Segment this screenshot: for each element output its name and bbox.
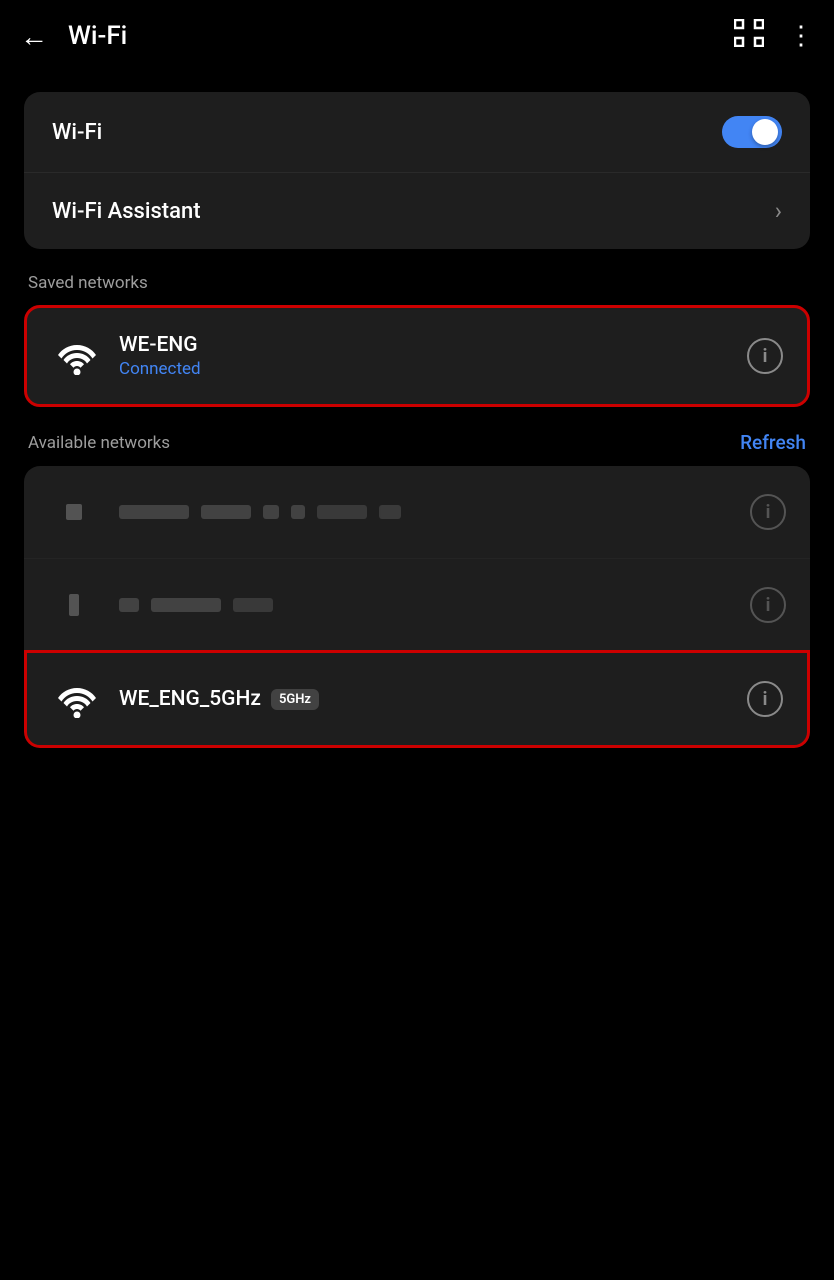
more-options-icon[interactable]: ⋮ [788, 21, 814, 51]
blurred-network-1-info [116, 505, 750, 519]
toggle-knob [752, 119, 778, 145]
we-eng-info-button[interactable]: i [747, 338, 783, 374]
blurred-network-1-info-button[interactable]: i [750, 494, 786, 530]
back-button[interactable]: ← [20, 20, 48, 53]
we-eng-5ghz-row[interactable]: WE_ENG_5GHz 5GHz i [24, 650, 810, 748]
5ghz-badge: 5GHz [271, 689, 319, 710]
main-content: Wi-Fi Wi-Fi Assistant › Saved networks [0, 72, 834, 768]
we-eng-status: Connected [119, 359, 747, 379]
wifi-secured-icon [51, 330, 103, 382]
wifi-assistant-label: Wi-Fi Assistant [52, 199, 201, 224]
saved-networks-section-header: Saved networks [24, 273, 810, 293]
page-title: Wi-Fi [68, 21, 734, 51]
we-eng-5ghz-name-row: WE_ENG_5GHz 5GHz [119, 687, 747, 711]
refresh-button[interactable]: Refresh [740, 431, 806, 454]
saved-network-we-eng-card[interactable]: WE-ENG Connected i [24, 305, 810, 407]
blurred-network-2-info-button[interactable]: i [750, 587, 786, 623]
wifi-assistant-row[interactable]: Wi-Fi Assistant › [24, 172, 810, 249]
scan-icon[interactable] [734, 19, 764, 54]
wifi-toggle-card: Wi-Fi Wi-Fi Assistant › [24, 92, 810, 249]
saved-networks-label: Saved networks [28, 273, 148, 293]
we-eng-name: WE-ENG [119, 333, 747, 357]
we-eng-5ghz-info-button[interactable]: i [747, 681, 783, 717]
wifi-toggle-row[interactable]: Wi-Fi [24, 92, 810, 172]
we-eng-5ghz-info: WE_ENG_5GHz 5GHz [119, 687, 747, 711]
available-networks-section-header: Available networks Refresh [24, 431, 810, 454]
we-eng-info: WE-ENG Connected [119, 333, 747, 379]
blurred-network-row-1[interactable]: i [24, 466, 810, 558]
wifi-label: Wi-Fi [52, 120, 102, 145]
blurred-wifi-icon-2 [48, 579, 100, 631]
header-icons: ⋮ [734, 19, 814, 54]
available-networks-card: i i [24, 466, 810, 748]
blurred-network-row-2[interactable]: i [24, 558, 810, 651]
saved-network-we-eng-row[interactable]: WE-ENG Connected i [27, 308, 807, 404]
we-eng-5ghz-name: WE_ENG_5GHz [119, 687, 261, 711]
available-networks-label: Available networks [28, 433, 170, 453]
we-eng-5ghz-wifi-icon [51, 673, 103, 725]
wifi-toggle[interactable] [722, 116, 782, 148]
header: ← Wi-Fi ⋮ [0, 0, 834, 72]
blurred-network-2-info [116, 598, 750, 612]
blurred-wifi-icon-1 [48, 486, 100, 538]
chevron-right-icon: › [775, 197, 782, 225]
